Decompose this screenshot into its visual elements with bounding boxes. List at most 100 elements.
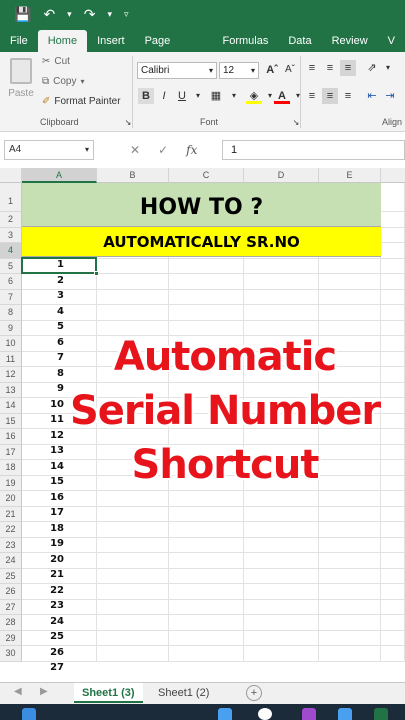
grid-cell[interactable] <box>97 491 169 507</box>
sheet-subtitle-cell[interactable]: AUTOMATICALLY SR.NO <box>22 227 381 257</box>
font-size-select[interactable]: 12 ▾ <box>219 62 259 79</box>
tab-insert[interactable]: Insert <box>87 30 135 52</box>
tab-page-layout[interactable]: Page Layout <box>135 30 213 69</box>
redo-icon[interactable]: ↷ <box>84 6 96 23</box>
grid-cell[interactable] <box>319 584 381 600</box>
grid-cell[interactable] <box>169 305 244 321</box>
serial-number-cell[interactable]: 26 <box>22 645 97 661</box>
start-icon[interactable] <box>22 708 36 720</box>
grid-cell[interactable] <box>319 537 381 553</box>
row-header-6[interactable]: 6 <box>0 274 22 290</box>
grid-cell[interactable] <box>169 522 244 538</box>
bold-icon[interactable]: B <box>138 88 154 104</box>
grid-cell[interactable] <box>244 584 319 600</box>
row-header-29[interactable]: 29 <box>0 630 22 646</box>
formula-input[interactable]: 1 <box>222 140 405 160</box>
grid-cell[interactable] <box>244 522 319 538</box>
redo-dropdown-icon[interactable]: ▾ <box>107 9 112 20</box>
tab-home[interactable]: Home <box>37 30 88 52</box>
grid-cell[interactable] <box>244 491 319 507</box>
serial-number-cell[interactable]: 25 <box>22 629 97 645</box>
row-header-12[interactable]: 12 <box>0 367 22 383</box>
orientation-icon[interactable]: ⇗ <box>364 60 380 76</box>
grid-cell[interactable] <box>381 274 405 290</box>
row-header-8[interactable]: 8 <box>0 305 22 321</box>
grid-cell[interactable] <box>169 506 244 522</box>
align-top-icon[interactable]: ≡ <box>304 60 320 76</box>
format-painter-button[interactable]: ✐ Format Painter <box>42 96 121 107</box>
row-header-20[interactable]: 20 <box>0 491 22 507</box>
grid-cell[interactable] <box>381 243 405 259</box>
chevron-down-icon[interactable]: ▾ <box>380 60 396 76</box>
grid-cell[interactable] <box>319 506 381 522</box>
grid-cell[interactable] <box>97 615 169 631</box>
row-header-13[interactable]: 13 <box>0 382 22 398</box>
grid-cell[interactable] <box>381 506 405 522</box>
align-left-icon[interactable]: ≡ <box>304 88 320 104</box>
grid-cell[interactable] <box>381 227 405 243</box>
column-header-d[interactable]: D <box>244 168 319 183</box>
row-header-3[interactable]: 3 <box>0 227 22 243</box>
align-middle-icon[interactable]: ≡ <box>322 60 338 76</box>
row-header-22[interactable]: 22 <box>0 522 22 538</box>
grid-cell[interactable] <box>244 599 319 615</box>
grid-cell[interactable] <box>244 289 319 305</box>
grid-cell[interactable] <box>381 305 405 321</box>
grid-cell[interactable] <box>381 183 405 212</box>
grid-cell[interactable] <box>169 553 244 569</box>
select-all-button[interactable] <box>0 168 22 183</box>
cancel-icon[interactable]: ✕ <box>130 143 140 157</box>
grid-cell[interactable] <box>381 212 405 228</box>
grid-cell[interactable] <box>169 584 244 600</box>
serial-number-cell[interactable]: 19 <box>22 536 97 552</box>
column-header-partial[interactable] <box>381 168 405 183</box>
row-header-9[interactable]: 9 <box>0 320 22 336</box>
grid-cell[interactable] <box>381 289 405 305</box>
sheet-nav-next-icon[interactable]: ▶ <box>40 686 48 697</box>
undo-dropdown-icon[interactable]: ▾ <box>67 9 72 20</box>
grid-cell[interactable] <box>381 553 405 569</box>
row-header-24[interactable]: 24 <box>0 553 22 569</box>
column-header-a[interactable]: A <box>22 168 97 183</box>
row-header-14[interactable]: 14 <box>0 398 22 414</box>
italic-icon[interactable]: I <box>156 88 172 104</box>
column-header-e[interactable]: E <box>319 168 381 183</box>
row-header-28[interactable]: 28 <box>0 615 22 631</box>
grid-cell[interactable] <box>97 289 169 305</box>
grid-cell[interactable] <box>97 305 169 321</box>
underline-icon[interactable]: U <box>174 88 190 104</box>
add-sheet-icon[interactable]: + <box>246 685 262 701</box>
row-header-2[interactable]: 2 <box>0 212 22 228</box>
row-header-19[interactable]: 19 <box>0 475 22 491</box>
grid-cell[interactable] <box>97 553 169 569</box>
grid-cell[interactable] <box>381 568 405 584</box>
align-center-icon[interactable]: ≡ <box>322 88 338 104</box>
grid-cell[interactable] <box>169 274 244 290</box>
column-header-b[interactable]: B <box>97 168 169 183</box>
undo-icon[interactable]: ↶ <box>43 6 55 23</box>
row-header-16[interactable]: 16 <box>0 429 22 445</box>
grid-cell[interactable] <box>381 491 405 507</box>
serial-number-cell[interactable]: 24 <box>22 614 97 630</box>
chevron-down-icon[interactable]: ▾ <box>190 88 206 104</box>
row-header-11[interactable]: 11 <box>0 351 22 367</box>
grid-cell[interactable] <box>244 646 319 662</box>
grid-cell[interactable] <box>244 553 319 569</box>
grid-cell[interactable] <box>319 630 381 646</box>
row-header-18[interactable]: 18 <box>0 460 22 476</box>
excel-icon[interactable] <box>374 708 388 720</box>
dialog-launcher-icon[interactable]: ↘ <box>120 115 136 131</box>
sheet-title-cell[interactable]: HOW TO ? <box>22 183 381 227</box>
align-right-icon[interactable]: ≡ <box>340 88 356 104</box>
sheet-tab-other[interactable]: Sheet1 (2) <box>150 683 217 703</box>
grid-cell[interactable] <box>169 258 244 274</box>
decrease-indent-icon[interactable]: ⇤ <box>364 88 380 104</box>
insert-function-icon[interactable]: fx <box>186 143 197 157</box>
fill-handle[interactable] <box>94 271 99 276</box>
grid-cell[interactable] <box>244 506 319 522</box>
grid-cell[interactable] <box>381 615 405 631</box>
serial-number-cell[interactable]: 2 <box>22 273 97 289</box>
grid-cell[interactable] <box>97 584 169 600</box>
grid-cell[interactable] <box>319 553 381 569</box>
font-color-icon[interactable]: A <box>274 88 290 104</box>
